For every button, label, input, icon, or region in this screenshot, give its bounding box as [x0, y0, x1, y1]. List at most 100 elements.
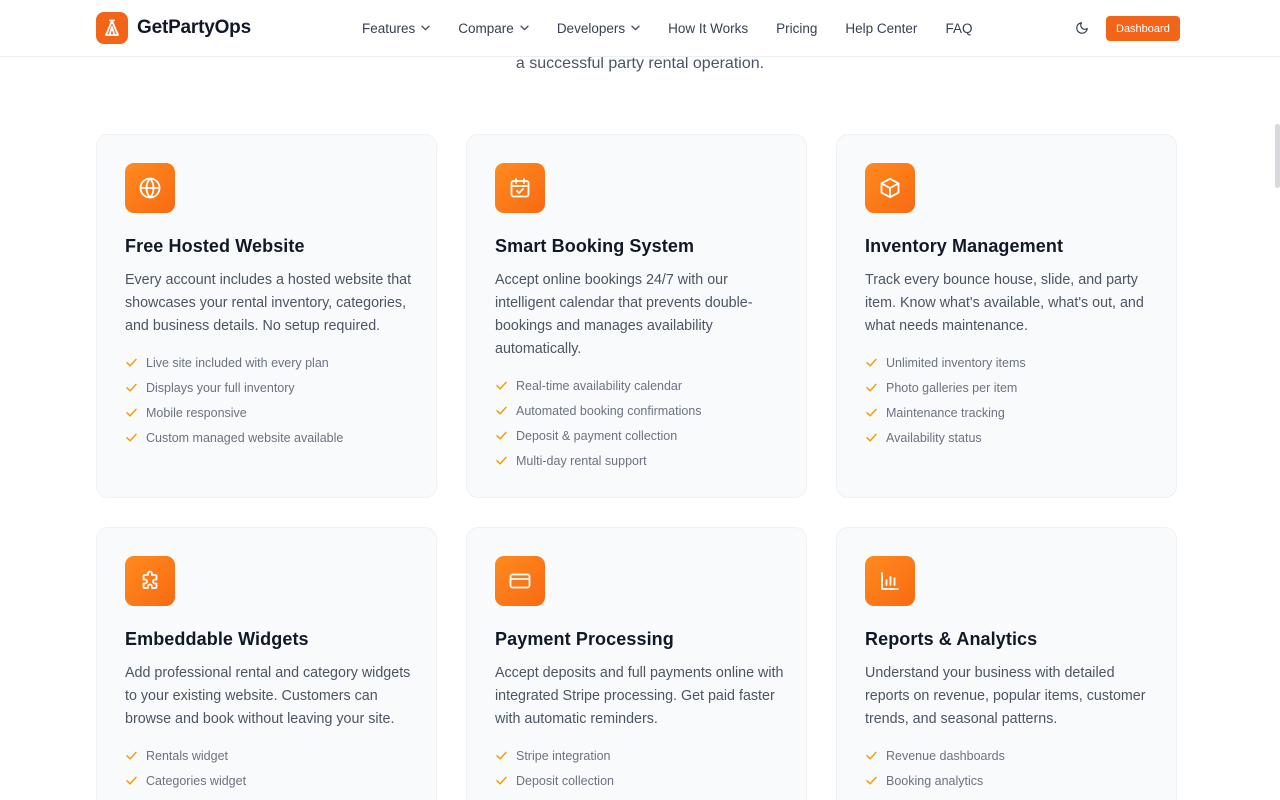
feature-list: Revenue dashboards Booking analytics	[865, 743, 1005, 793]
card-description: Accept online bookings 24/7 with our int…	[495, 272, 753, 357]
check-icon	[495, 454, 508, 467]
list-item: Multi-day rental support	[495, 448, 702, 473]
hero-subtitle: a successful party rental operation.	[515, 55, 765, 72]
feature-text: Displays your full inventory	[146, 380, 295, 395]
nav-help-center-label: Help Center	[845, 20, 918, 36]
nav-faq-label: FAQ	[945, 20, 973, 36]
check-icon	[865, 749, 878, 762]
brand-name: GetPartyOps	[137, 17, 251, 38]
feature-text: Live site included with every plan	[146, 355, 329, 370]
list-item: Categories widget	[125, 768, 246, 793]
dashboard-button[interactable]: Dashboard	[1106, 16, 1180, 41]
card-title: Reports & Analytics	[865, 629, 1038, 649]
feature-text: Mobile responsive	[146, 405, 247, 420]
chevron-down-icon	[520, 25, 529, 31]
check-icon	[125, 774, 138, 787]
list-item: Custom managed website available	[125, 425, 343, 450]
check-icon	[865, 431, 878, 444]
feature-text: Automated booking confirmations	[516, 403, 702, 418]
brand[interactable]: GetPartyOps	[96, 12, 251, 44]
chevron-down-icon	[631, 25, 640, 31]
bar-chart-icon	[865, 556, 915, 606]
card-description: Accept deposits and full payments online…	[495, 665, 784, 727]
check-icon	[865, 774, 878, 787]
check-icon	[495, 379, 508, 392]
list-item: Photo galleries per item	[865, 375, 1026, 400]
list-item: Displays your full inventory	[125, 375, 343, 400]
nav-pricing[interactable]: Pricing	[762, 21, 831, 36]
feature-text: Deposit & payment collection	[516, 428, 678, 443]
feature-list: Real-time availability calendar Automate…	[495, 373, 702, 473]
list-item: Revenue dashboards	[865, 743, 1005, 768]
list-item: Unlimited inventory items	[865, 350, 1026, 375]
check-icon	[865, 381, 878, 394]
list-item: Maintenance tracking	[865, 400, 1026, 425]
feature-text: Real-time availability calendar	[516, 378, 683, 393]
feature-card-inventory: Inventory Management Track every bounce …	[836, 134, 1177, 498]
scrollbar-thumb[interactable]	[1275, 124, 1280, 188]
card-title: Free Hosted Website	[125, 236, 305, 256]
card-description: Add professional rental and category wid…	[125, 665, 411, 727]
feature-text: Custom managed website available	[146, 430, 344, 445]
nav-help-center[interactable]: Help Center	[831, 21, 931, 36]
nav-how-it-works[interactable]: How It Works	[654, 21, 762, 36]
check-icon	[495, 774, 508, 787]
list-item: Automated booking confirmations	[495, 398, 702, 423]
list-item: Deposit collection	[495, 768, 614, 793]
nav-pricing-label: Pricing	[776, 20, 818, 36]
check-icon	[495, 749, 508, 762]
feature-card-website: Free Hosted Website Every account includ…	[96, 134, 437, 498]
card-title: Embeddable Widgets	[125, 629, 309, 649]
feature-text: Rentals widget	[146, 748, 228, 763]
check-icon	[125, 431, 138, 444]
feature-list: Rentals widget Categories widget	[125, 743, 246, 793]
list-item: Rentals widget	[125, 743, 246, 768]
feature-list: Live site included with every plan Displ…	[125, 350, 343, 450]
logo-icon	[96, 12, 128, 44]
feature-text: Unlimited inventory items	[886, 355, 1026, 370]
chevron-down-icon	[421, 25, 430, 31]
check-icon	[125, 749, 138, 762]
calendar-check-icon	[495, 163, 545, 213]
feature-text: Maintenance tracking	[886, 405, 1005, 420]
feature-text: Stripe integration	[516, 748, 611, 763]
feature-text: Revenue dashboards	[886, 748, 1005, 763]
check-icon	[865, 356, 878, 369]
nav-compare-label: Compare	[458, 20, 514, 36]
list-item: Deposit & payment collection	[495, 423, 702, 448]
nav-faq[interactable]: FAQ	[931, 21, 986, 36]
feature-text: Availability status	[886, 430, 982, 445]
feature-text: Categories widget	[146, 773, 247, 788]
feature-card-payments: Payment Processing Accept deposits and f…	[466, 527, 807, 800]
list-item: Real-time availability calendar	[495, 373, 702, 398]
page: GetPartyOps Features Compare Developers …	[0, 0, 1280, 800]
site-header: GetPartyOps Features Compare Developers …	[0, 0, 1280, 57]
moon-icon	[1076, 22, 1088, 34]
check-icon	[495, 404, 508, 417]
nav-developers-label: Developers	[556, 20, 626, 36]
feature-list: Unlimited inventory items Photo gallerie…	[865, 350, 1026, 450]
feature-card-reports: Reports & Analytics Understand your busi…	[836, 527, 1177, 800]
list-item: Live site included with every plan	[125, 350, 343, 375]
main-nav: Features Compare Developers How It Works…	[348, 0, 986, 56]
check-icon	[125, 356, 138, 369]
card-description: Track every bounce house, slide, and par…	[865, 272, 1144, 334]
feature-text: Multi-day rental support	[516, 453, 647, 468]
list-item: Mobile responsive	[125, 400, 343, 425]
check-icon	[865, 406, 878, 419]
credit-card-icon	[495, 556, 545, 606]
box-icon	[865, 163, 915, 213]
list-item: Booking analytics	[865, 768, 1005, 793]
theme-toggle-button[interactable]	[1073, 19, 1091, 37]
nav-compare[interactable]: Compare	[444, 21, 543, 36]
card-title: Smart Booking System	[495, 236, 695, 256]
puzzle-icon	[125, 556, 175, 606]
globe-icon	[125, 163, 175, 213]
nav-developers[interactable]: Developers	[543, 21, 654, 36]
card-description: Understand your business with detailed r…	[865, 665, 1146, 727]
feature-list: Stripe integration Deposit collection	[495, 743, 614, 793]
card-title: Inventory Management	[865, 236, 1064, 256]
feature-text: Booking analytics	[886, 773, 984, 788]
nav-features[interactable]: Features	[348, 21, 444, 36]
check-icon	[125, 406, 138, 419]
